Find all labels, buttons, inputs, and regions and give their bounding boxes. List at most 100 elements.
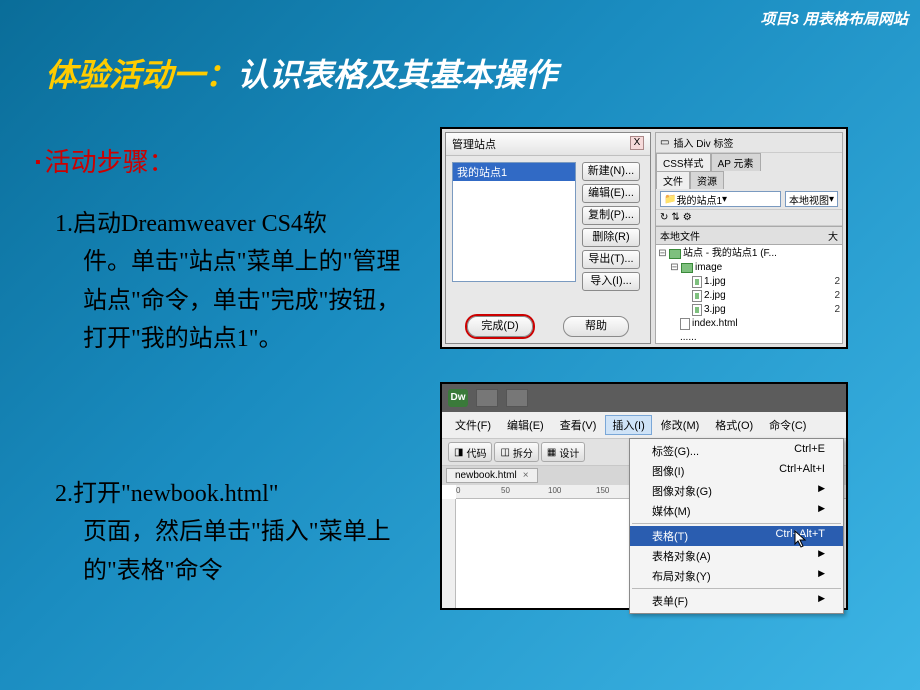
close-tab-icon[interactable]: × bbox=[523, 470, 529, 481]
tab-resource[interactable]: 资源 bbox=[690, 171, 724, 189]
menu-format[interactable]: 格式(O) bbox=[708, 415, 760, 435]
cursor-icon bbox=[794, 530, 808, 548]
ruler-tick: 50 bbox=[501, 486, 510, 495]
step1-rest: 件。单击"站点"菜单上的"管理站点"命令，单击"完成"按钮，打开"我的站点1"。 bbox=[55, 243, 420, 358]
dd-label: 表单(F) bbox=[652, 593, 688, 609]
step-2: 2.打开"newbook.html" 页面，然后单击"插入"菜单上的"表格"命令 bbox=[55, 475, 420, 590]
menu-file[interactable]: 文件(F) bbox=[448, 415, 498, 435]
tree-file[interactable]: 2.jpg bbox=[704, 289, 726, 303]
step2-rest: 页面，然后单击"插入"菜单上的"表格"命令 bbox=[55, 513, 420, 590]
document-tab-label: newbook.html bbox=[455, 470, 517, 481]
export-button[interactable]: 导出(T)... bbox=[582, 250, 640, 269]
menu-item-media[interactable]: 媒体(M) ▶ bbox=[630, 501, 843, 521]
split-view-button[interactable]: ◫拆分 bbox=[494, 442, 538, 462]
submenu-arrow-icon: ▶ bbox=[818, 503, 825, 519]
tree-more: ...... bbox=[680, 331, 697, 343]
menu-insert[interactable]: 插入(I) bbox=[605, 415, 651, 435]
view-combo[interactable]: 本地视图 ▾ bbox=[785, 191, 838, 207]
dd-label: 标签(G)... bbox=[652, 443, 699, 459]
split-label: 拆分 bbox=[513, 445, 533, 460]
menu-item-form[interactable]: 表单(F) ▶ bbox=[630, 591, 843, 611]
sites-listbox[interactable]: 我的站点1 bbox=[452, 162, 576, 282]
image-file-icon bbox=[692, 290, 702, 302]
tree-file[interactable]: 3.jpg bbox=[704, 303, 726, 317]
document-tab[interactable]: newbook.html × bbox=[446, 468, 538, 483]
view-combo-value: 本地视图 bbox=[789, 192, 829, 207]
tree-file[interactable]: 1.jpg bbox=[704, 275, 726, 289]
files-panel: ▭ 插入 Div 标签 CSS样式 AP 元素 文件 资源 📁 我的站点1 ▾ … bbox=[655, 132, 843, 344]
dd-label: 媒体(M) bbox=[652, 503, 691, 519]
step1-lead: 1.启动Dreamweaver CS4软 bbox=[55, 211, 327, 237]
edit-button[interactable]: 编辑(E)... bbox=[582, 184, 640, 203]
image-file-icon bbox=[692, 304, 702, 316]
layout-toggle-icon[interactable] bbox=[476, 389, 498, 407]
site-combo[interactable]: 📁 我的站点1 ▾ bbox=[660, 191, 781, 207]
menu-modify[interactable]: 修改(M) bbox=[654, 415, 707, 435]
dd-shortcut: Ctrl+E bbox=[794, 443, 825, 459]
file-tree[interactable]: ⊟站点 - 我的站点1 (F... ⊟image 1.jpg2 2.jpg2 3… bbox=[656, 245, 842, 343]
menu-item-image-objects[interactable]: 图像对象(G) ▶ bbox=[630, 481, 843, 501]
dd-label: 表格(T) bbox=[652, 528, 688, 544]
submenu-arrow-icon: ▶ bbox=[818, 593, 825, 609]
file-header: 本地文件 大 bbox=[656, 226, 842, 245]
dw-logo-icon: Dw bbox=[448, 389, 468, 407]
tree-root[interactable]: 站点 - 我的站点1 (F... bbox=[683, 247, 777, 261]
screenshot-dreamweaver-menu: Dw 文件(F) 编辑(E) 查看(V) 插入(I) 修改(M) 格式(O) 命… bbox=[440, 382, 848, 610]
menu-item-table[interactable]: 表格(T)Ctrl+Alt+T bbox=[630, 526, 843, 546]
file-size: 2 bbox=[834, 303, 840, 317]
dialog-title: 管理站点 bbox=[452, 136, 496, 152]
tab-css[interactable]: CSS样式 bbox=[656, 153, 711, 171]
file-size: 2 bbox=[834, 275, 840, 289]
tree-file-index[interactable]: index.html bbox=[692, 317, 738, 331]
insert-div-label: 插入 Div 标签 bbox=[673, 135, 733, 150]
help-button[interactable]: 帮助 bbox=[563, 316, 629, 337]
dd-label: 图像(I) bbox=[652, 463, 684, 479]
tab-ap[interactable]: AP 元素 bbox=[711, 153, 761, 171]
insert-hint-row: ▭ 插入 Div 标签 bbox=[656, 133, 842, 153]
done-button[interactable]: 完成(D) bbox=[467, 316, 533, 337]
menu-view[interactable]: 查看(V) bbox=[553, 415, 604, 435]
close-icon[interactable]: X bbox=[630, 136, 644, 150]
workspace-toggle-icon[interactable] bbox=[506, 389, 528, 407]
design-view-button[interactable]: ▦设计 bbox=[541, 442, 585, 462]
title-part2: 认识表格及其基本操作 bbox=[237, 57, 557, 93]
dialog-titlebar: 管理站点 X bbox=[446, 133, 650, 156]
site-folder-icon bbox=[669, 249, 681, 259]
menu-item-image[interactable]: 图像(I)Ctrl+Alt+I bbox=[630, 461, 843, 481]
ruler-tick: 150 bbox=[596, 486, 609, 495]
file-res-tabs: 文件 资源 bbox=[656, 171, 842, 189]
menu-item-layout-objects[interactable]: 布局对象(Y)▶ bbox=[630, 566, 843, 586]
menu-item-table-objects[interactable]: 表格对象(A)▶ bbox=[630, 546, 843, 566]
insert-menu-dropdown: 标签(G)...Ctrl+E 图像(I)Ctrl+Alt+I 图像对象(G)▶ … bbox=[629, 438, 844, 614]
remove-button[interactable]: 删除(R) bbox=[582, 228, 640, 247]
submenu-arrow-icon: ▶ bbox=[818, 548, 825, 564]
tab-file[interactable]: 文件 bbox=[656, 171, 690, 189]
duplicate-button[interactable]: 复制(P)... bbox=[582, 206, 640, 225]
ruler-tick: 0 bbox=[456, 486, 460, 495]
site-item-selected[interactable]: 我的站点1 bbox=[453, 163, 575, 181]
menu-separator bbox=[632, 523, 841, 524]
menu-command[interactable]: 命令(C) bbox=[762, 415, 813, 435]
code-view-button[interactable]: ◨代码 bbox=[448, 442, 492, 462]
menu-edit[interactable]: 编辑(E) bbox=[500, 415, 551, 435]
css-ap-tabs: CSS样式 AP 元素 bbox=[656, 153, 842, 171]
toolbar-icon[interactable]: ⇅ bbox=[671, 212, 679, 223]
div-tag-icon: ▭ bbox=[660, 137, 669, 148]
manage-sites-dialog: 管理站点 X 我的站点1 新建(N)... 编辑(E)... 复制(P)... … bbox=[445, 132, 651, 344]
page-title: 体验活动一：认识表格及其基本操作 bbox=[45, 50, 557, 96]
toolbar-icon[interactable]: ↻ bbox=[660, 212, 668, 223]
step-1: 1.启动Dreamweaver CS4软 件。单击"站点"菜单上的"管理站点"命… bbox=[55, 205, 420, 359]
submenu-arrow-icon: ▶ bbox=[818, 568, 825, 584]
new-button[interactable]: 新建(N)... bbox=[582, 162, 640, 181]
breadcrumb: 项目3 用表格布局网站 bbox=[760, 8, 908, 29]
submenu-arrow-icon: ▶ bbox=[818, 483, 825, 499]
menu-item-tag[interactable]: 标签(G)... Ctrl+E bbox=[630, 441, 843, 461]
tree-folder-image[interactable]: image bbox=[695, 261, 722, 275]
dd-label: 图像对象(G) bbox=[652, 483, 712, 499]
menu-separator bbox=[632, 588, 841, 589]
title-part1: 体验活动一： bbox=[45, 57, 237, 93]
folder-icon bbox=[681, 263, 693, 273]
import-button[interactable]: 导入(I)... bbox=[582, 272, 640, 291]
toolbar-icon[interactable]: ⚙ bbox=[683, 212, 692, 223]
app-titlebar: Dw bbox=[442, 384, 846, 412]
